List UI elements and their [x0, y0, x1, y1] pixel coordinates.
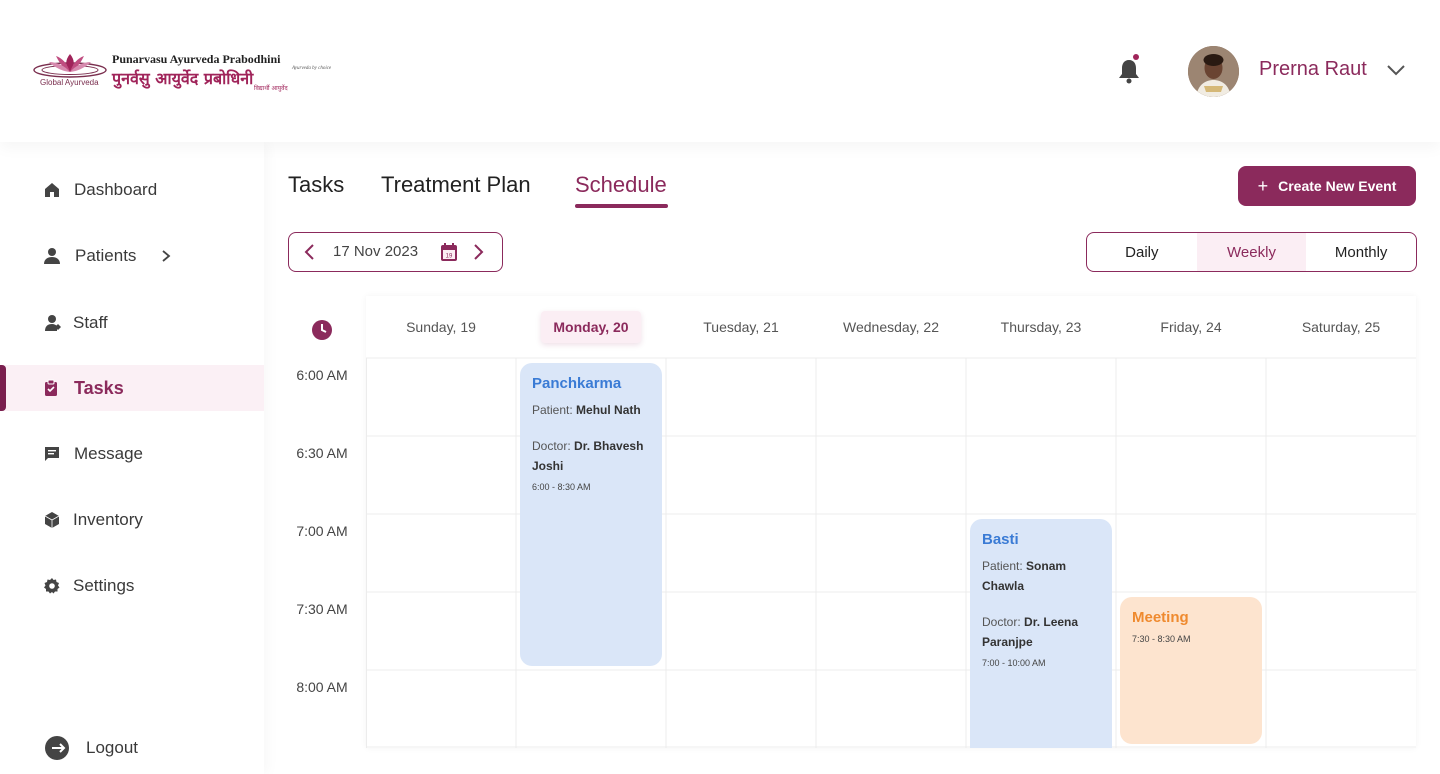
day-header[interactable]: Thursday, 23: [966, 296, 1116, 358]
main-content: Tasks Treatment Plan Schedule + Create N…: [264, 142, 1440, 774]
sidebar-item-tasks[interactable]: Tasks: [0, 365, 264, 411]
view-weekly[interactable]: Weekly: [1196, 233, 1307, 271]
calendar-icon[interactable]: 19: [440, 242, 458, 262]
notification-bell-icon[interactable]: [1117, 54, 1141, 84]
user-icon: [44, 248, 60, 264]
time-label: 7:00 AM: [296, 523, 348, 539]
doctor-label: Doctor:: [532, 439, 571, 453]
doctor-label: Doctor:: [982, 615, 1021, 629]
sidebar-item-label: Dashboard: [74, 180, 158, 199]
view-toggle: Daily Weekly Monthly: [1086, 232, 1417, 272]
create-new-event-button[interactable]: + Create New Event: [1238, 166, 1416, 206]
time-label: 8:00 AM: [296, 679, 348, 695]
chevron-right-icon: [162, 250, 171, 262]
chevron-down-icon[interactable]: [1386, 62, 1406, 76]
brand-name-en: Punarvasu Ayurveda Prabodhini: [112, 52, 281, 66]
logout-label: Logout: [86, 738, 138, 757]
box-icon: [44, 512, 60, 528]
brand-logo[interactable]: Global Ayurveda Punarvasu Ayurveda Prabo…: [32, 48, 331, 96]
sidebar-item-label: Message: [74, 444, 143, 463]
event-time: 7:00 - 10:00 AM: [982, 658, 1046, 668]
day-header-label: Thursday, 23: [1000, 319, 1082, 335]
top-header: Global Ayurveda Punarvasu Ayurveda Prabo…: [0, 0, 1440, 142]
sidebar-item-label: Staff: [73, 313, 108, 332]
create-button-label: Create New Event: [1278, 178, 1397, 194]
tab-schedule[interactable]: Schedule: [575, 172, 667, 198]
sidebar-item-settings[interactable]: Settings: [0, 563, 264, 609]
logout-button[interactable]: Logout: [44, 736, 138, 760]
event-time: 6:00 - 8:30 AM: [532, 482, 591, 492]
event-card-panchkarma[interactable]: Panchkarma Patient: Mehul Nath Doctor: D…: [520, 363, 662, 666]
brand-tag-hi: विद्यार्थी आयुर्वेद: [254, 85, 288, 92]
patient-name: Mehul Nath: [576, 403, 641, 417]
message-icon: [45, 447, 59, 461]
sidebar-item-dashboard[interactable]: Dashboard: [0, 167, 264, 213]
clipboard-icon: [45, 379, 57, 396]
sidebar-item-message[interactable]: Message: [0, 431, 264, 477]
day-header[interactable]: Wednesday, 22: [816, 296, 966, 358]
time-label: 7:30 AM: [296, 601, 348, 617]
day-header-label: Saturday, 25: [1301, 319, 1381, 335]
day-header[interactable]: Friday, 24: [1116, 296, 1266, 358]
brand-tagline: Ayurveda by choice: [292, 66, 332, 71]
day-header-today[interactable]: Monday, 20: [516, 296, 666, 358]
event-card-meeting[interactable]: Meeting 7:30 - 8:30 AM: [1120, 597, 1262, 744]
time-label: 6:30 AM: [296, 445, 348, 461]
logout-icon: [45, 736, 69, 760]
day-header[interactable]: Tuesday, 21: [666, 296, 816, 358]
day-header[interactable]: Sunday, 19: [366, 296, 516, 358]
sidebar-item-staff[interactable]: Staff: [0, 300, 264, 346]
plus-icon: +: [1257, 175, 1269, 196]
sidebar-item-label: Settings: [73, 576, 135, 595]
chevron-left-icon[interactable]: [303, 243, 317, 261]
event-title: Basti: [982, 531, 1019, 548]
user-name[interactable]: Prerna Raut: [1259, 58, 1367, 81]
view-daily[interactable]: Daily: [1087, 233, 1197, 271]
event-title: Panchkarma: [532, 375, 622, 392]
event-doctor: Doctor: Dr. Bhavesh Joshi: [532, 436, 650, 476]
home-icon: [45, 183, 59, 197]
user-avatar[interactable]: [1188, 46, 1239, 97]
view-monthly[interactable]: Monthly: [1306, 233, 1416, 271]
weekly-calendar: Sunday, 19 Monday, 20 Tuesday, 21 Wednes…: [366, 296, 1416, 748]
time-label: 6:00 AM: [296, 367, 348, 383]
brand-name-hi: पुनर्वसु आयुर्वेद प्रबोधिनी: [112, 69, 254, 88]
tab-tasks[interactable]: Tasks: [288, 172, 344, 198]
calendar-day-number: 19: [446, 254, 453, 260]
sidebar-item-patients[interactable]: Patients: [0, 233, 264, 279]
clock-icon: [312, 320, 332, 340]
event-card-basti[interactable]: Basti Patient: Sonam Chawla Doctor: Dr. …: [970, 519, 1112, 748]
date-navigator: 17 Nov 2023 19: [288, 232, 503, 272]
patient-label: Patient:: [982, 559, 1023, 573]
patient-label: Patient:: [532, 403, 573, 417]
current-date: 17 Nov 2023: [333, 243, 419, 260]
day-header-label: Friday, 24: [1160, 319, 1222, 335]
event-time: 7:30 - 8:30 AM: [1132, 634, 1191, 644]
sidebar-item-label: Patients: [75, 246, 137, 265]
tab-underline: [575, 204, 668, 208]
brand-sub: Global Ayurveda: [40, 78, 99, 87]
day-header[interactable]: Saturday, 25: [1266, 296, 1416, 358]
sidebar-item-label: Inventory: [73, 510, 143, 529]
tab-treatment-plan[interactable]: Treatment Plan: [381, 172, 531, 198]
event-doctor: Doctor: Dr. Leena Paranjpe: [982, 612, 1100, 652]
event-patient: Patient: Mehul Nath: [532, 400, 650, 420]
event-title: Meeting: [1132, 609, 1189, 626]
sidebar: Dashboard Patients Staff Tasks Message I…: [0, 142, 264, 774]
day-header-label: Sunday, 19: [406, 319, 476, 335]
staff-icon: [45, 315, 61, 331]
day-header-label: Monday, 20: [541, 311, 641, 343]
active-indicator: [0, 365, 6, 411]
sidebar-item-label: Tasks: [74, 377, 124, 398]
gear-icon: [44, 578, 60, 594]
day-header-label: Wednesday, 22: [843, 319, 939, 335]
sidebar-item-inventory[interactable]: Inventory: [0, 497, 264, 543]
day-header-label: Tuesday, 21: [703, 319, 779, 335]
event-patient: Patient: Sonam Chawla: [982, 556, 1100, 596]
chevron-right-icon[interactable]: [471, 243, 485, 261]
